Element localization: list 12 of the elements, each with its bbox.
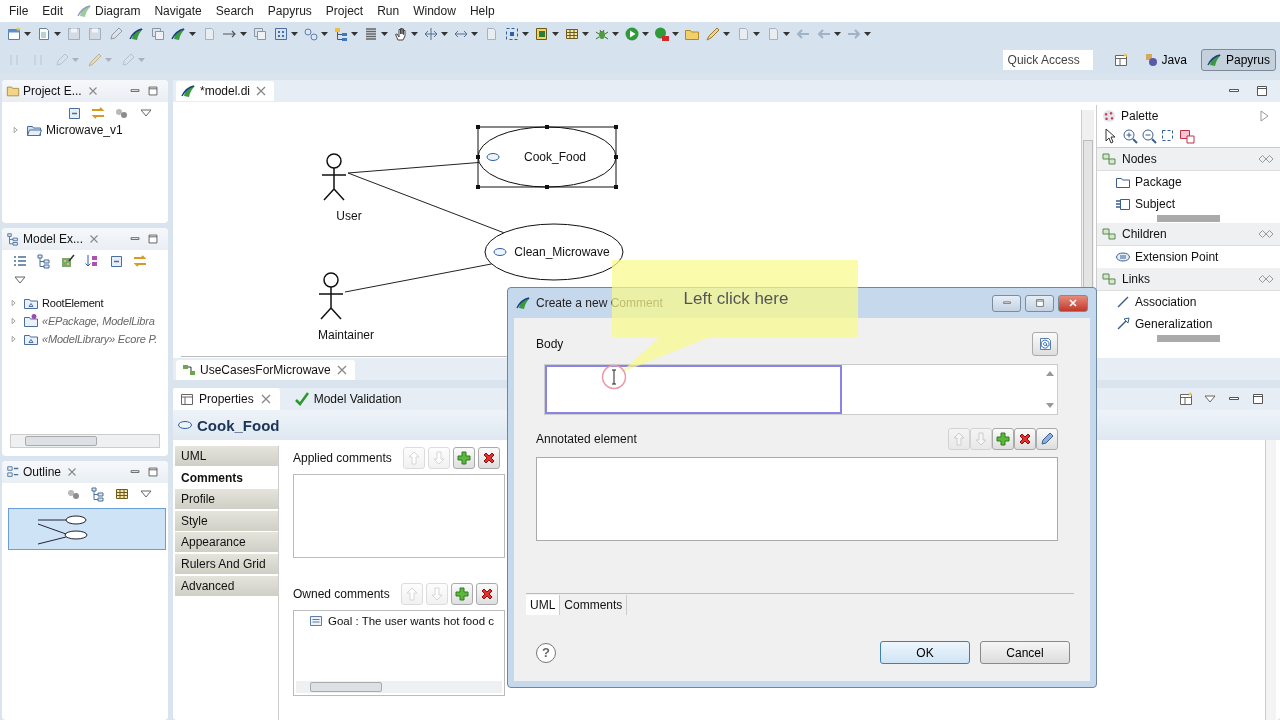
element-title: Cook_Food <box>197 416 280 434</box>
field-label: Applied comments <box>293 451 392 465</box>
actor-name: User <box>336 209 362 223</box>
palette-title: Palette <box>1121 109 1159 123</box>
field-label: Owned comments <box>293 587 390 601</box>
field-label: Body <box>536 337 564 351</box>
field-label: Annotated element <box>536 432 637 446</box>
drawer-title: Nodes <box>1122 152 1157 166</box>
drawer-title: Links <box>1122 272 1150 286</box>
actor-name: Maintainer <box>318 328 374 342</box>
dialog-title: Create a new Comment <box>536 296 663 310</box>
drawer-title: Children <box>1122 227 1167 241</box>
